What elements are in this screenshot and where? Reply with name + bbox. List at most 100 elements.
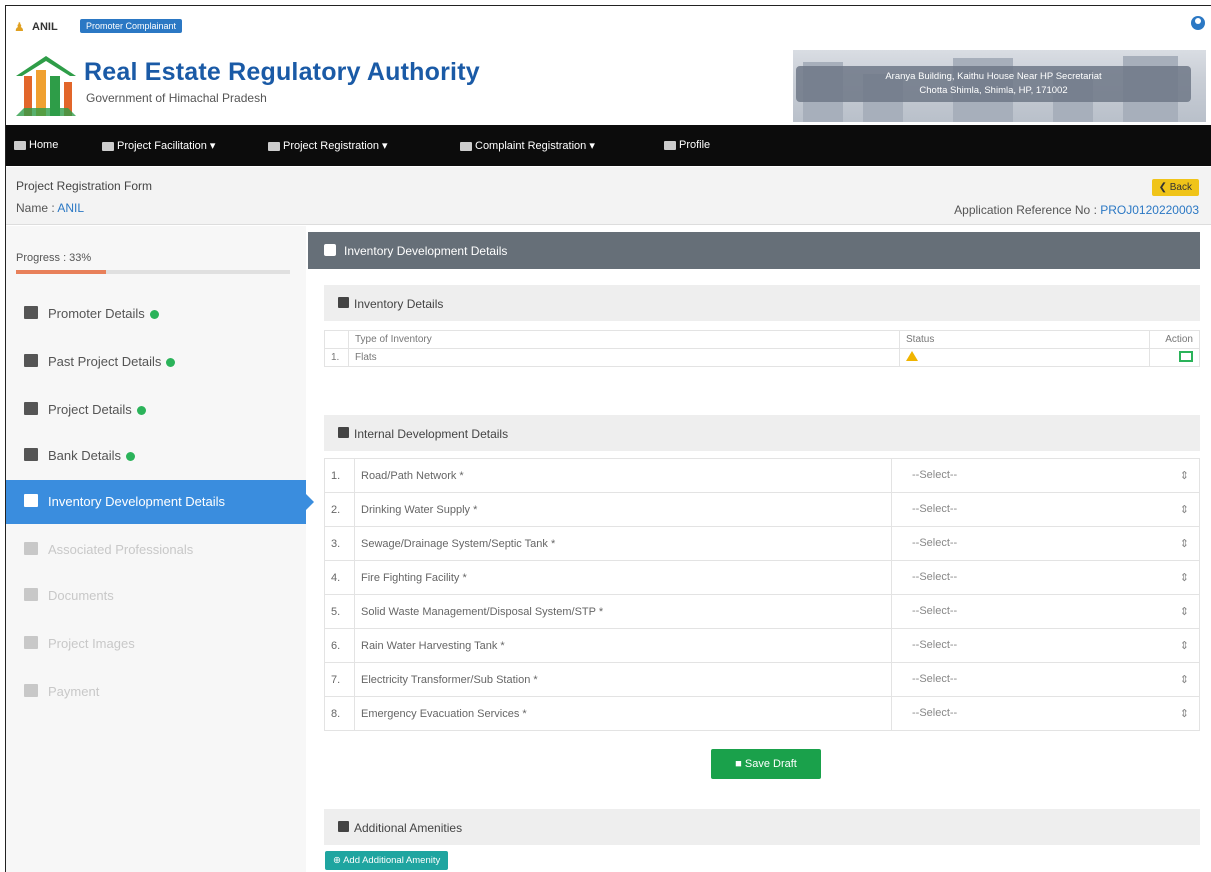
sidebar-item-label: Payment (48, 684, 100, 699)
sidebar-item-payment[interactable]: Payment (6, 670, 306, 714)
sidebar-item-promoter-details[interactable]: Promoter Details (6, 292, 306, 336)
dropdown-arrow-icon: ⇕ (1179, 606, 1189, 618)
nav-complaint-registration[interactable]: Complaint Registration ▾ (460, 139, 595, 152)
row-sn: 1. (324, 348, 349, 367)
amenities-panel-header: Additional Amenities (324, 809, 1200, 845)
sidebar-item-project-images[interactable]: Project Images (6, 622, 306, 666)
section-header: Inventory Development Details (308, 232, 1200, 269)
select-dropdown[interactable]: --Select-- ⇕ (898, 571, 1193, 584)
sidebar-item-bank-details[interactable]: Bank Details (6, 434, 306, 478)
progress-bar (16, 270, 290, 274)
address-banner: Aranya Building, Kaithu House Near HP Se… (793, 50, 1206, 122)
sidebar-item-label: Past Project Details (48, 354, 162, 369)
document-icon (24, 402, 38, 415)
back-button[interactable]: ❮ Back (1151, 179, 1199, 196)
row-select[interactable]: --Select-- ⇕ (891, 458, 1200, 493)
sidebar-item-label: Project Images (48, 636, 135, 651)
select-value: --Select-- (912, 469, 958, 481)
select-value: --Select-- (912, 605, 958, 617)
add-amenity-button[interactable]: ⊕ Add Additional Amenity (325, 851, 449, 870)
nav-project-registration[interactable]: Project Registration ▾ (268, 139, 388, 152)
table-row: 8. Emergency Evacuation Services * --Selec… (324, 696, 1200, 731)
internal-dev-panel-header: Internal Development Details (324, 415, 1200, 451)
sidebar-item-label: Promoter Details (48, 306, 145, 321)
sidebar-item-past-project-details[interactable]: Past Project Details (6, 340, 306, 384)
files-icon (24, 588, 38, 601)
progress-fill (16, 270, 107, 274)
select-dropdown[interactable]: --Select-- ⇕ (898, 503, 1193, 516)
rera-logo (16, 56, 76, 116)
select-dropdown[interactable]: --Select-- ⇕ (898, 469, 1193, 482)
nav-profile-label: Profile (679, 139, 711, 151)
edit-grid-icon[interactable] (1179, 350, 1193, 362)
road-icon (338, 427, 349, 438)
nav-home[interactable]: Home (14, 139, 58, 151)
main-navbar: Home Project Facilitation ▾ Project Regi… (6, 125, 1211, 166)
dropdown-arrow-icon: ⇕ (1179, 708, 1189, 720)
select-value: --Select-- (912, 673, 958, 685)
select-dropdown[interactable]: --Select-- ⇕ (898, 639, 1193, 652)
check-icon (149, 310, 159, 320)
row-sn: 1. (324, 458, 355, 493)
user-name: ANIL (32, 21, 58, 33)
page-header: Project Registration Form Name : ANIL ❮ … (6, 167, 1211, 225)
row-label: Drinking Water Supply * (354, 492, 892, 527)
sidebar-item-project-details[interactable]: Project Details (6, 388, 306, 432)
row-select[interactable]: --Select-- ⇕ (891, 594, 1200, 629)
select-value: --Select-- (912, 537, 958, 549)
dropdown-arrow-icon: ⇕ (1179, 538, 1189, 550)
save-icon: ■ (735, 758, 742, 770)
row-sn: 2. (324, 492, 355, 527)
nav-facilitation-label: Project Facilitation ▾ (117, 140, 216, 152)
sidebar-item-associated-professionals[interactable]: Associated Professionals (6, 528, 306, 572)
calendar-icon (338, 297, 349, 308)
account-icon[interactable] (1191, 16, 1205, 30)
nav-project-facilitation[interactable]: Project Facilitation ▾ (102, 139, 215, 152)
table-row: 7. Electricity Transformer/Sub Station * -… (324, 662, 1200, 697)
row-select[interactable]: --Select-- ⇕ (891, 526, 1200, 561)
table-header-row: Type of Inventory Status Action (324, 330, 1200, 349)
row-select[interactable]: --Select-- ⇕ (891, 560, 1200, 595)
warning-icon (906, 351, 918, 361)
row-label: Rain Water Harvesting Tank * (354, 628, 892, 663)
sidebar-item-label: Documents (48, 588, 114, 603)
check-icon (166, 358, 176, 368)
image-icon (24, 636, 38, 649)
row-label: Electricity Transformer/Sub Station * (354, 662, 892, 697)
select-value: --Select-- (912, 707, 958, 719)
nav-home-label: Home (29, 139, 59, 151)
amenities-icon (338, 821, 349, 832)
payment-icon (24, 684, 38, 697)
action-header: Action (1149, 330, 1200, 349)
status-header: Status (899, 330, 1150, 349)
table-row: 5. Solid Waste Management/Disposal System… (324, 594, 1200, 629)
user-icon: ♟ (14, 20, 25, 34)
org-subtitle: Government of Himachal Pradesh (86, 91, 267, 105)
address-line-2: Chotta Shimla, Shimla, HP, 171002 (919, 85, 1068, 96)
row-label: Solid Waste Management/Disposal System/S… (354, 594, 892, 629)
nav-profile[interactable]: Profile (664, 139, 710, 151)
save-draft-button[interactable]: ■ Save Draft (711, 749, 821, 779)
sidebar-item-label: Bank Details (48, 448, 121, 463)
row-select[interactable]: --Select-- ⇕ (891, 696, 1200, 731)
row-select[interactable]: --Select-- ⇕ (891, 662, 1200, 697)
select-dropdown[interactable]: --Select-- ⇕ (898, 673, 1193, 686)
select-dropdown[interactable]: --Select-- ⇕ (898, 537, 1193, 550)
sidebar-item-documents[interactable]: Documents (6, 574, 306, 618)
user-icon (24, 306, 38, 319)
select-dropdown[interactable]: --Select-- ⇕ (898, 605, 1193, 618)
section-title: Inventory Development Details (344, 244, 508, 258)
select-dropdown[interactable]: --Select-- ⇕ (898, 707, 1193, 720)
progress-label: Progress : 33% (16, 252, 92, 264)
check-icon (125, 452, 135, 462)
row-select[interactable]: --Select-- ⇕ (891, 628, 1200, 663)
building-icon (268, 141, 280, 151)
inventory-table: Type of Inventory Status Action 1. Flats (324, 330, 1200, 367)
inventory-panel-header: Inventory Details (324, 285, 1200, 321)
complaint-icon (460, 141, 472, 151)
sidebar-item-inventory-development[interactable]: Inventory Development Details (6, 480, 314, 524)
sidebar-item-label: Associated Professionals (48, 542, 194, 557)
dropdown-arrow-icon: ⇕ (1179, 470, 1189, 482)
dropdown-arrow-icon: ⇕ (1179, 674, 1189, 686)
row-select[interactable]: --Select-- ⇕ (891, 492, 1200, 527)
